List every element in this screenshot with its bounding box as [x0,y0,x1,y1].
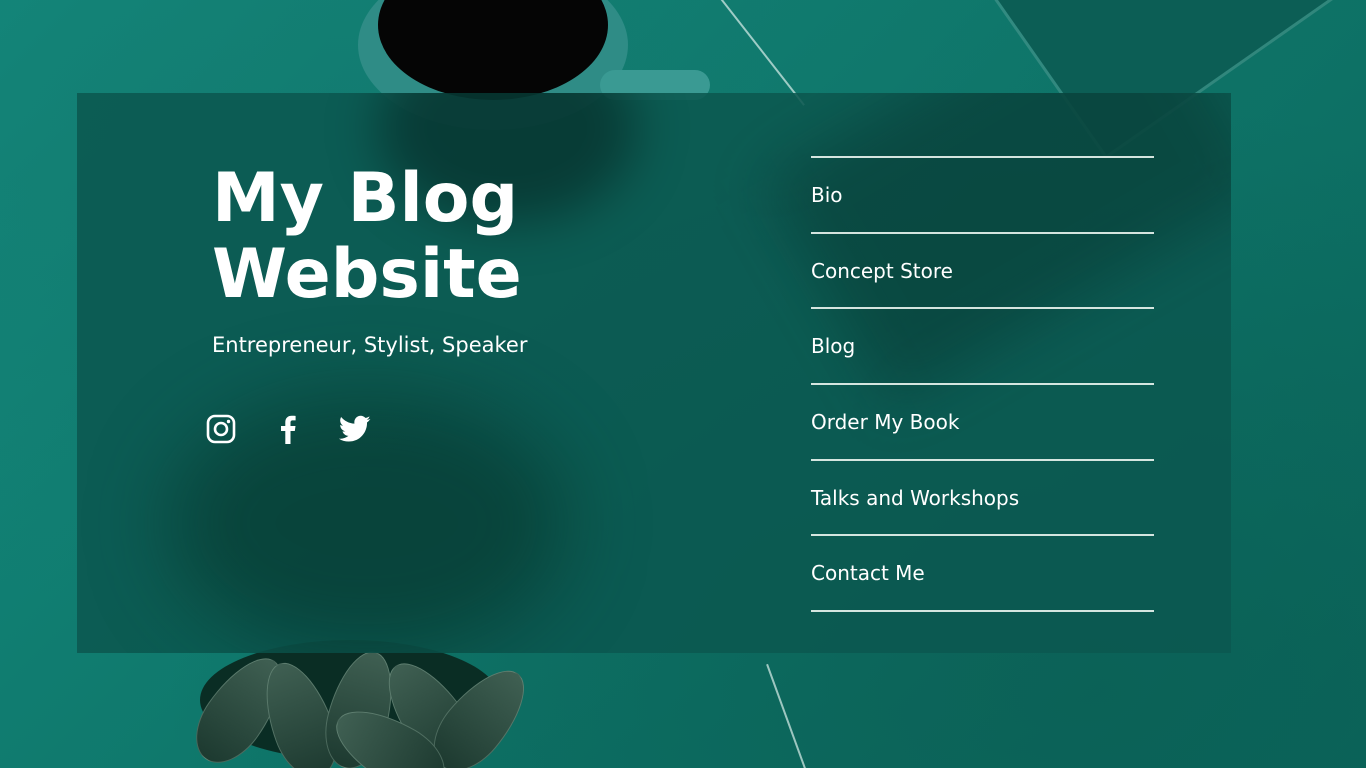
facebook-icon [281,415,296,444]
content-panel: My Blog Website Entrepreneur, Stylist, S… [77,93,1231,653]
site-title-line2: Website [212,235,522,314]
facebook-link[interactable] [272,413,304,445]
nav-item-bio[interactable]: Bio [811,158,1154,234]
twitter-icon [339,415,371,442]
twitter-link[interactable] [339,413,371,445]
social-links [205,413,371,445]
main-nav: Bio Concept Store Blog Order My Book Tal… [811,156,1154,613]
nav-item-order-my-book[interactable]: Order My Book [811,385,1154,461]
instagram-link[interactable] [205,413,237,445]
site-subtitle: Entrepreneur, Stylist, Speaker [212,333,528,357]
site-title: My Blog Website [212,161,632,313]
instagram-icon [206,414,236,444]
site-title-line1: My Blog [212,159,519,238]
nav-item-contact-me[interactable]: Contact Me [811,536,1154,613]
nav-item-blog[interactable]: Blog [811,309,1154,386]
nav-item-talks-and-workshops[interactable]: Talks and Workshops [811,461,1154,537]
nav-item-concept-store[interactable]: Concept Store [811,234,1154,310]
